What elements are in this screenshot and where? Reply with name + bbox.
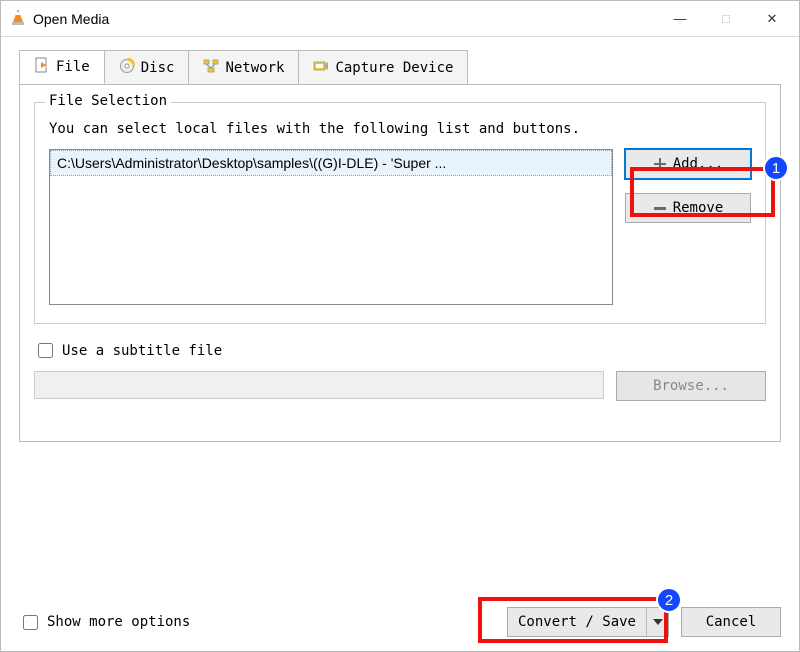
subtitle-path-input — [34, 371, 604, 399]
app-icon — [9, 8, 27, 30]
tab-strip: File Disc Network Capture Device — [19, 50, 781, 85]
browse-button[interactable]: Browse... — [616, 371, 766, 401]
titlebar: Open Media — □ ✕ — [1, 1, 799, 37]
dialog-content: File Disc Network Capture Device File Se… — [1, 37, 799, 452]
tab-network[interactable]: Network — [188, 50, 299, 84]
subtitle-checkbox-label: Use a subtitle file — [62, 343, 222, 359]
window-title: Open Media — [27, 11, 657, 27]
remove-button[interactable]: Remove — [625, 193, 751, 223]
close-button[interactable]: ✕ — [749, 3, 795, 35]
subtitle-checkbox-row[interactable]: Use a subtitle file — [34, 340, 766, 361]
file-buttons: Add... Remove — [625, 149, 751, 223]
window-controls: — □ ✕ — [657, 3, 795, 35]
subtitle-path-row: Browse... — [34, 371, 766, 401]
add-button[interactable]: Add... — [625, 149, 751, 179]
maximize-button[interactable]: □ — [703, 3, 749, 35]
network-icon — [203, 58, 219, 78]
plus-icon — [653, 157, 667, 171]
file-selection-group: File Selection You can select local file… — [34, 102, 766, 324]
show-more-label: Show more options — [47, 614, 190, 630]
file-list[interactable]: C:\Users\Administrator\Desktop\samples\(… — [49, 149, 613, 305]
tab-capture[interactable]: Capture Device — [298, 50, 468, 84]
convert-save-button[interactable]: Convert / Save — [507, 607, 669, 637]
browse-button-label: Browse... — [653, 378, 729, 394]
file-row: C:\Users\Administrator\Desktop\samples\(… — [49, 149, 751, 305]
show-more-checkbox[interactable] — [23, 615, 38, 630]
convert-save-label: Convert / Save — [508, 608, 646, 636]
tab-disc[interactable]: Disc — [104, 50, 190, 84]
tab-panel-file: File Selection You can select local file… — [19, 84, 781, 442]
capture-icon — [313, 58, 329, 78]
tab-file[interactable]: File — [19, 50, 105, 84]
tab-file-label: File — [56, 59, 90, 75]
minus-icon — [653, 201, 667, 215]
disc-icon — [119, 58, 135, 78]
tab-capture-label: Capture Device — [335, 60, 453, 76]
tab-network-label: Network — [225, 60, 284, 76]
minimize-button[interactable]: — — [657, 3, 703, 35]
add-button-label: Add... — [673, 156, 724, 172]
remove-button-label: Remove — [673, 200, 724, 216]
dialog-footer: Show more options Convert / Save Cancel — [19, 607, 781, 637]
file-selection-hint: You can select local files with the foll… — [49, 121, 751, 137]
chevron-down-icon — [653, 619, 663, 625]
cancel-button[interactable]: Cancel — [681, 607, 781, 637]
file-selection-legend: File Selection — [45, 93, 171, 109]
cancel-button-label: Cancel — [706, 614, 757, 630]
tab-disc-label: Disc — [141, 60, 175, 76]
file-list-item[interactable]: C:\Users\Administrator\Desktop\samples\(… — [50, 150, 612, 176]
subtitle-checkbox[interactable] — [38, 343, 53, 358]
show-more-row[interactable]: Show more options — [19, 612, 190, 633]
file-icon — [34, 57, 50, 77]
convert-save-dropdown[interactable] — [646, 608, 668, 636]
